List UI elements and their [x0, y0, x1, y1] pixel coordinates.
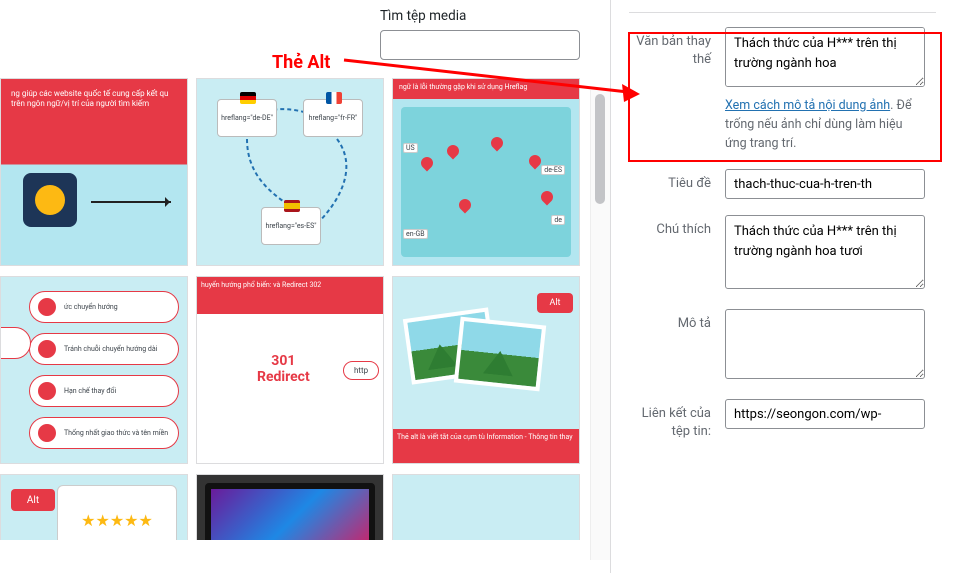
world-map: US de-ES en-GB de — [401, 107, 571, 257]
tv-screen — [205, 483, 375, 540]
hreflang-card: hreflang="de-DE" — [217, 99, 277, 137]
alt-text-label: Văn bản thay thế — [629, 27, 725, 69]
scrollbar-knob[interactable] — [595, 94, 605, 204]
file-link-input[interactable] — [725, 399, 925, 429]
thumb-1[interactable]: ng giúp các website quốc tế cung cấp kết… — [0, 78, 188, 266]
list-item: Tránh chuỗi chuyển hướng dài — [29, 333, 179, 365]
list-item: ướng chính xác — [0, 327, 31, 359]
thumb-5[interactable]: huyển hướng phổ biến: và Redirect 302 ps… — [196, 276, 384, 464]
hreflang-card: hreflang="fr-FR" — [303, 99, 363, 137]
stars-icon: ★★★★★ — [81, 511, 153, 530]
thumb-3[interactable]: ngữ là lỗi thường gặp khi sử dụng Hrefla… — [392, 78, 580, 266]
alt-guide-link[interactable]: Xem cách mô tả nội dung ảnh — [725, 98, 890, 113]
thumb-text: ng giúp các website quốc tế cung cấp kết… — [5, 83, 183, 116]
divider — [629, 12, 936, 13]
thumb-8[interactable] — [196, 474, 384, 540]
thumb-7[interactable]: Alt ★★★★★ — [0, 474, 188, 540]
media-gallery: ng giúp các website quốc tế cung cấp kết… — [0, 60, 610, 540]
search-label: Tìm tệp media — [380, 8, 466, 24]
list-item: ức chuyển hướng — [29, 291, 179, 323]
attachment-details-panel: Văn bản thay thế Xem cách mô tả nội dung… — [610, 0, 954, 573]
caption-label: Chú thích — [629, 215, 725, 239]
annotation-alt-tag: Thẻ Alt — [272, 52, 330, 73]
alt-text-input[interactable] — [725, 27, 925, 87]
photo-icon — [454, 317, 546, 392]
media-library-panel: Tìm tệp media Thẻ Alt ng giúp các websit… — [0, 0, 610, 573]
description-input[interactable] — [725, 309, 925, 379]
dev-icon — [23, 173, 77, 227]
list-item: Hạn chế thay đổi — [29, 375, 179, 407]
thumb-9[interactable] — [392, 474, 580, 540]
caption-input[interactable] — [725, 215, 925, 289]
alt-text-hint: Xem cách mô tả nội dung ảnh. Để trống nế… — [725, 97, 925, 153]
file-link-label: Liên kết của tệp tin: — [629, 399, 725, 441]
redirect-label: 301 Redirect — [257, 353, 310, 385]
badge: http — [343, 361, 379, 380]
thumb-text: Thẻ alt là viết tắt của cụm tù Informati… — [393, 429, 579, 463]
thumb-text: huyển hướng phổ biến: và Redirect 302 — [201, 281, 379, 289]
list-item: Thống nhất giao thức và tên miền — [29, 417, 179, 449]
gallery-scrollbar[interactable] — [590, 90, 610, 560]
description-label: Mô tả — [629, 309, 725, 333]
alt-tag-icon: Alt — [537, 293, 573, 313]
title-input[interactable] — [725, 169, 925, 199]
alt-tag-icon: Alt — [11, 489, 55, 511]
arrow-icon — [91, 201, 171, 203]
search-input[interactable] — [380, 30, 580, 60]
thumb-text: ngữ là lỗi thường gặp khi sử dụng Hrefla… — [393, 79, 579, 99]
title-label: Tiêu đề — [629, 169, 725, 193]
thumb-4[interactable]: ức chuyển hướng Tránh chuỗi chuyển hướng… — [0, 276, 188, 464]
thumb-2[interactable]: hreflang="de-DE" hreflang="fr-FR" hrefla… — [196, 78, 384, 266]
hreflang-card: hreflang="es-ES" — [261, 207, 321, 245]
thumb-6[interactable]: Alt Thẻ alt là viết tắt của cụm tù Infor… — [392, 276, 580, 464]
